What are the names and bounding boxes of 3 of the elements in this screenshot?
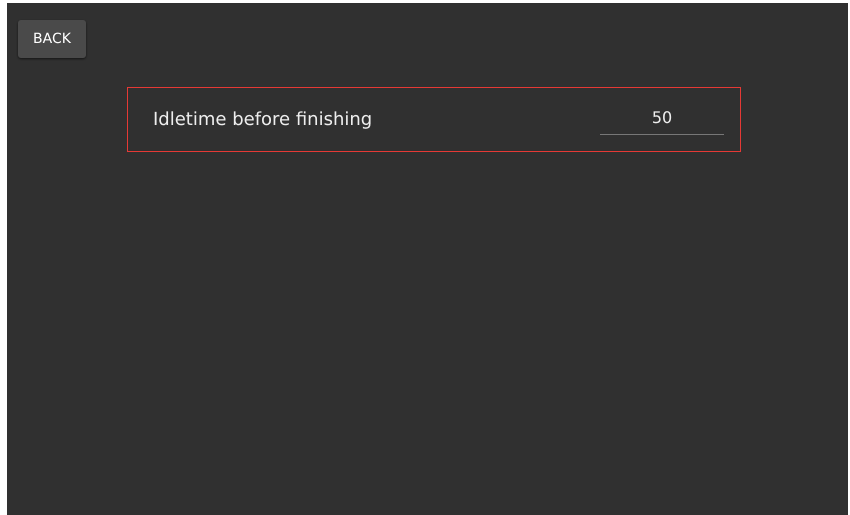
back-button[interactable]: BACK <box>18 20 86 58</box>
input-field[interactable]: 50 <box>600 100 724 134</box>
setting-label: Idletime before finishing <box>153 108 372 132</box>
